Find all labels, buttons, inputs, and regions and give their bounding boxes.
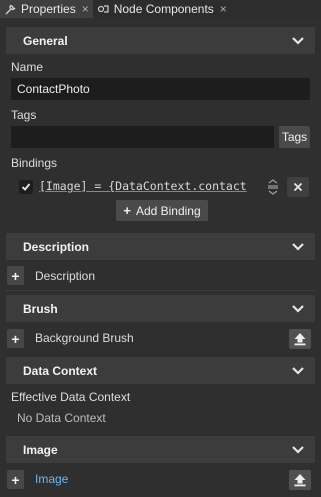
binding-expression[interactable]: [Image] = {DataContext.contact bbox=[39, 179, 256, 193]
export-property-button[interactable] bbox=[289, 470, 311, 490]
add-image-button[interactable]: + bbox=[7, 470, 24, 489]
properties-panel: General Name ContactPhoto Tags Tags Bind… bbox=[0, 18, 321, 497]
tab-properties-label: Properties bbox=[21, 2, 76, 16]
section-title: Image bbox=[23, 442, 58, 457]
effective-data-context-value: No Data Context bbox=[17, 411, 106, 425]
tab-bar: Properties × Node Components × bbox=[0, 0, 321, 18]
tab-node-components[interactable]: Node Components × bbox=[93, 0, 231, 18]
close-icon[interactable]: × bbox=[220, 3, 227, 15]
remove-binding-button[interactable] bbox=[287, 177, 309, 197]
section-description-header[interactable]: Description bbox=[6, 233, 315, 260]
tags-field[interactable] bbox=[11, 126, 274, 148]
add-binding-button[interactable]: + Add Binding bbox=[116, 200, 208, 221]
section-brush-header[interactable]: Brush bbox=[6, 295, 315, 322]
section-image-header[interactable]: Image bbox=[6, 436, 315, 463]
name-label: Name bbox=[11, 60, 44, 74]
tags-button[interactable]: Tags bbox=[279, 126, 310, 148]
section-title: General bbox=[23, 33, 68, 48]
description-row-label: Description bbox=[35, 269, 96, 283]
add-binding-label: Add Binding bbox=[135, 203, 201, 218]
section-title: Description bbox=[23, 239, 90, 254]
close-icon[interactable]: × bbox=[82, 3, 89, 15]
chevron-down-icon bbox=[292, 242, 304, 251]
chevron-down-icon bbox=[292, 366, 304, 375]
drag-handle-icon[interactable] bbox=[266, 179, 280, 195]
section-data-context-header[interactable]: Data Context bbox=[6, 357, 315, 384]
name-field[interactable]: ContactPhoto bbox=[11, 78, 310, 100]
tab-properties[interactable]: Properties × bbox=[0, 0, 93, 18]
chevron-down-icon bbox=[292, 36, 304, 45]
add-description-button[interactable]: + bbox=[7, 266, 24, 285]
section-general-header[interactable]: General bbox=[6, 27, 315, 54]
section-title: Brush bbox=[23, 301, 58, 316]
tab-node-components-label: Node Components bbox=[113, 2, 214, 16]
tags-label: Tags bbox=[11, 108, 37, 122]
effective-data-context-label: Effective Data Context bbox=[11, 390, 131, 404]
component-icon bbox=[97, 3, 109, 15]
add-background-brush-button[interactable]: + bbox=[7, 329, 24, 348]
upload-icon bbox=[294, 474, 306, 487]
plus-icon: + bbox=[123, 203, 131, 218]
section-title: Data Context bbox=[23, 363, 98, 378]
upload-icon bbox=[294, 333, 306, 346]
binding-enabled-checkbox[interactable] bbox=[19, 180, 33, 194]
checkmark-icon bbox=[21, 183, 31, 191]
bindings-label: Bindings bbox=[11, 156, 58, 170]
wrench-icon bbox=[4, 3, 16, 15]
close-icon bbox=[293, 182, 303, 192]
background-brush-label: Background Brush bbox=[35, 331, 134, 345]
image-property-label[interactable]: Image bbox=[35, 472, 68, 486]
chevron-down-icon bbox=[292, 445, 304, 454]
chevron-down-icon bbox=[292, 304, 304, 313]
divider bbox=[6, 290, 315, 291]
export-property-button[interactable] bbox=[289, 329, 311, 349]
